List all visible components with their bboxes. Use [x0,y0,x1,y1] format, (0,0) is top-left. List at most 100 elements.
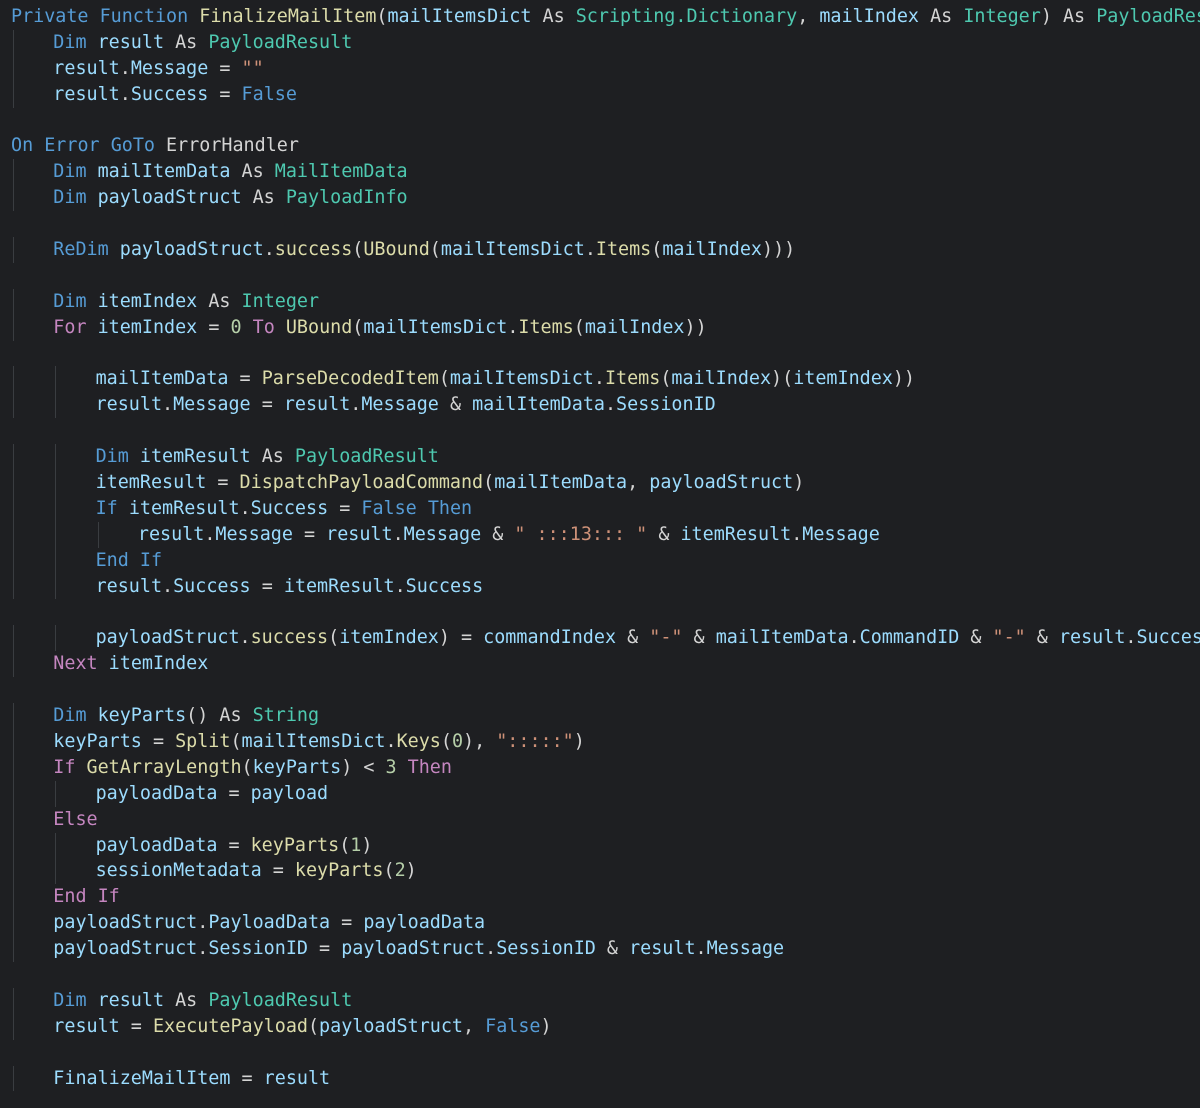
code-line[interactable]: Dim itemResult As PayloadResult [0,444,1200,471]
code-line[interactable]: Dim keyParts() As String [0,703,1200,729]
indent-guide [13,81,14,108]
code-token-var: SessionID [616,394,716,416]
code-line-text: payloadData = payload [96,781,329,807]
code-token-plain: ), [463,730,497,752]
code-token-var: Message [361,394,439,416]
code-token-var: Success [1136,627,1200,649]
code-token-kw: Dim [53,31,87,53]
code-token-ctl: To [252,316,275,338]
code-line[interactable]: ReDim payloadStruct.success(UBound(mailI… [0,237,1200,263]
code-line[interactable]: payloadStruct.SessionID = payloadStruct.… [0,936,1200,962]
indent-guide [13,392,14,419]
code-line[interactable]: If itemResult.Success = False Then [0,495,1200,522]
indent-guide [13,936,14,962]
code-line[interactable] [0,341,1200,367]
code-line[interactable]: Private Function FinalizeMailItem(mailIt… [0,4,1200,30]
code-token-var: Message [215,523,293,545]
code-token-plain: . [119,83,131,105]
code-token-kw: False [361,497,417,519]
code-token-plain: ( [230,730,242,752]
code-token-var: Message [403,523,482,545]
code-token-plain: . [604,394,617,416]
code-line[interactable]: mailItemData = ParseDecodedItem(mailItem… [0,366,1200,393]
code-token-type: PayloadResult [208,989,353,1011]
code-line[interactable]: result.Message = "" [0,55,1200,82]
indent-guide [13,521,14,548]
code-token-var: payloadStruct [97,187,242,209]
code-token-var: itemResult [680,523,792,545]
code-line-text: End If [53,884,119,910]
code-line[interactable]: Dim result As PayloadResult [0,29,1200,56]
code-line[interactable]: Dim mailItemData As MailItemData [0,159,1200,186]
code-line[interactable]: End If [0,884,1200,911]
code-line[interactable] [0,418,1200,444]
code-token-kw: Dim [53,989,87,1011]
code-line[interactable] [0,599,1200,625]
code-token-plain: ) = [438,627,484,649]
code-line[interactable] [0,1040,1200,1066]
code-token-kw: Dim [53,187,87,209]
code-line[interactable] [0,108,1200,134]
code-line[interactable]: payloadStruct.PayloadData = payloadData [0,910,1200,937]
indent-guide [55,780,57,807]
code-token-fn: success [274,239,353,261]
code-token-kw: Dim [53,705,87,727]
code-line[interactable] [0,211,1200,237]
code-token-fn: Items [595,239,652,261]
code-line[interactable]: result = ExecutePayload(payloadStruct, F… [0,1013,1200,1040]
code-line[interactable]: FinalizeMailItem = result [0,1065,1200,1092]
code-line[interactable]: result.Success = itemResult.Success [0,573,1200,600]
code-line[interactable]: sessionMetadata = keyParts(2) [0,858,1200,885]
code-token-var: Success [130,83,209,105]
code-token-plain: . [507,316,519,338]
code-line[interactable] [0,263,1200,289]
code-token-plain: . [162,394,174,416]
code-token-plain: ))) [762,239,796,261]
code-editor[interactable]: Private Function FinalizeMailItem(mailIt… [0,0,1200,1108]
code-line[interactable]: Dim itemIndex As Integer [0,288,1200,315]
indent-guide [13,858,14,885]
code-token-plain: . [791,523,803,545]
code-token-kw: If [139,549,163,571]
code-line-text: result.Message = result.Message & " :::1… [138,522,880,548]
code-token-kw: False [485,1015,541,1037]
code-token-var: result [326,523,393,545]
code-token-plain: ( [328,627,340,649]
code-token-plain: . [350,394,362,416]
code-token-plain: , [462,1015,486,1037]
code-line[interactable]: Else [0,806,1200,833]
code-token-kw: On [11,135,34,157]
code-line[interactable]: result.Message = result.Message & mailIt… [0,392,1200,419]
code-line[interactable]: itemResult = DispatchPayloadCommand(mail… [0,470,1200,496]
code-line-text: payloadStruct.SessionID = payloadStruct.… [53,936,784,962]
code-line[interactable] [0,962,1200,988]
code-token-var: Message [173,394,251,416]
code-line[interactable]: Dim payloadStruct As PayloadInfo [0,185,1200,212]
code-line-text: On Error GoTo ErrorHandler [11,133,299,159]
code-line[interactable]: For itemIndex = 0 To UBound(mailItemsDic… [0,314,1200,341]
code-line-text: ReDim payloadStruct.success(UBound(mailI… [53,237,795,263]
code-line[interactable]: result.Success = False [0,81,1200,108]
code-token-plain: . [239,497,251,519]
code-line[interactable]: result.Message = result.Message & " :::1… [0,521,1200,548]
code-line[interactable]: On Error GoTo ErrorHandler [0,133,1200,159]
code-line[interactable]: keyParts = Split(mailItemsDict.Keys(0), … [0,728,1200,755]
code-token-var: itemIndex [108,653,209,675]
code-line[interactable]: payloadData = keyParts(1) [0,832,1200,859]
indent-guide [13,495,14,522]
code-line[interactable]: payloadStruct.success(itemIndex) = comma… [0,625,1200,652]
code-line[interactable]: Dim result As PayloadResult [0,987,1200,1014]
code-line[interactable]: If GetArrayLength(keyParts) < 3 Then [0,754,1200,781]
code-token-plain: ( [429,239,441,261]
code-line[interactable]: payloadData = payload [0,780,1200,807]
code-token-var: itemResult [283,575,395,597]
code-line[interactable]: End If [0,547,1200,574]
code-token-plain: ErrorHandler [154,135,299,157]
code-line[interactable] [0,677,1200,703]
code-line[interactable]: Next itemIndex [0,651,1200,678]
indent-guide [13,55,14,82]
code-token-plain: = [208,83,242,105]
code-token-var: mailItemsDict [449,368,594,390]
